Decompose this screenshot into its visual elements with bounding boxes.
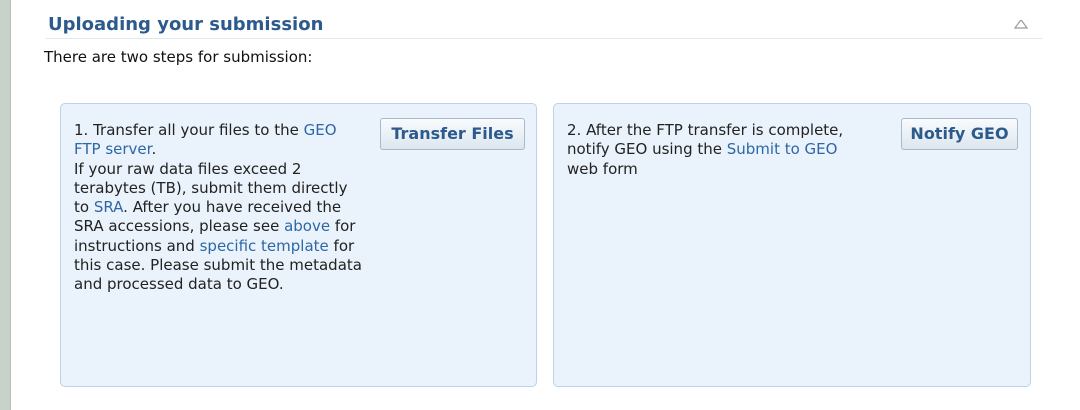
step-2-text: 2. After the FTP transfer is complete, n… [567, 121, 867, 179]
above-link[interactable]: above [284, 217, 330, 235]
step-1-panel: 1. Transfer all your files to the GEO FT… [60, 103, 537, 387]
left-rail [0, 0, 11, 410]
section-title: Uploading your submission [48, 14, 324, 35]
step-1-text: 1. Transfer all your files to the GEO FT… [74, 121, 364, 295]
transfer-files-button[interactable]: Transfer Files [380, 118, 525, 150]
section-header: Uploading your submission [46, 10, 1042, 39]
notify-geo-button[interactable]: Notify GEO [901, 118, 1018, 150]
step-1-text-part: 1. Transfer all your files to the [74, 121, 304, 139]
specific-template-link[interactable]: specific template [200, 237, 329, 255]
chevron-up-icon[interactable] [1014, 18, 1028, 30]
submit-to-geo-link[interactable]: Submit to GEO [727, 140, 838, 158]
sra-link[interactable]: SRA [94, 198, 123, 216]
step-2-panel: 2. After the FTP transfer is complete, n… [553, 103, 1031, 387]
step-2-text-part: web form [567, 159, 638, 178]
step-1-text-part: . [151, 140, 157, 159]
intro-text: There are two steps for submission: [44, 48, 313, 66]
